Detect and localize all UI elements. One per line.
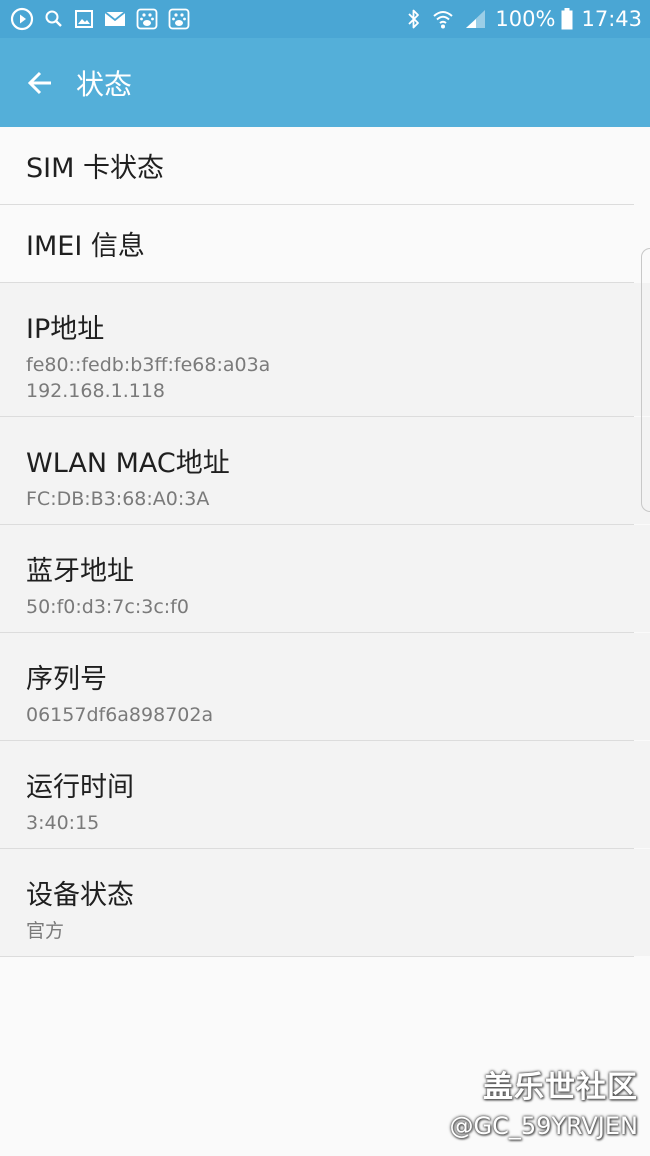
battery-percent: 100% — [495, 7, 556, 31]
battery-icon — [561, 8, 573, 30]
watermark: 盖乐世社区 @GC_59YRVJEN — [449, 1062, 638, 1140]
baidu-icon — [168, 8, 190, 30]
app-bar: 状态 — [0, 38, 650, 127]
item-label: 运行时间 — [26, 772, 134, 803]
edge-panel-handle[interactable] — [641, 248, 650, 512]
uptime-value: 3:40:15 — [26, 812, 100, 834]
imei-info-item[interactable]: IMEI 信息 — [0, 205, 634, 283]
watermark-community: 盖乐世社区 — [483, 1070, 638, 1105]
search-icon — [44, 9, 64, 29]
page-title: 状态 — [76, 67, 133, 101]
uptime-item: 运行时间 3:40:15 — [0, 741, 650, 849]
play-icon — [10, 7, 34, 31]
bluetooth-address-value: 50:f0:d3:7c:3c:f0 — [26, 596, 189, 618]
status-list: SIM 卡状态 IMEI 信息 IP地址 fe80::fedb:b3ff:fe6… — [0, 127, 650, 957]
clock: 17:43 — [581, 7, 642, 31]
bluetooth-address-item: 蓝牙地址 50:f0:d3:7c:3c:f0 — [0, 525, 650, 633]
item-label: IP地址 — [26, 314, 105, 345]
wlan-mac-item: WLAN MAC地址 FC:DB:B3:68:A0:3A — [0, 417, 650, 525]
item-label: 设备状态 — [26, 880, 134, 911]
baidu-icon — [136, 8, 158, 30]
sim-status-item[interactable]: SIM 卡状态 — [0, 127, 634, 205]
item-label: 蓝牙地址 — [26, 556, 134, 587]
ip-address-value-ipv4: 192.168.1.118 — [26, 380, 166, 402]
serial-number-item: 序列号 06157df6a898702a — [0, 633, 650, 741]
device-status-item: 设备状态 官方 — [0, 849, 650, 957]
bluetooth-icon — [407, 8, 421, 30]
signal-icon — [465, 9, 487, 29]
mail-icon — [104, 10, 126, 28]
wifi-icon — [431, 8, 455, 30]
image-icon — [74, 9, 94, 29]
system-icons: 100% 17:43 — [397, 7, 642, 31]
wlan-mac-value: FC:DB:B3:68:A0:3A — [26, 488, 210, 510]
item-label: IMEI 信息 — [26, 231, 145, 262]
item-label: 序列号 — [26, 664, 107, 695]
ip-address-value-ipv6: fe80::fedb:b3ff:fe68:a03a — [26, 354, 271, 376]
ip-address-item: IP地址 fe80::fedb:b3ff:fe68:a03a 192.168.1… — [0, 283, 650, 417]
back-button[interactable] — [20, 63, 60, 103]
arrow-back-icon — [26, 69, 54, 97]
watermark-user: @GC_59YRVJEN — [449, 1112, 638, 1140]
item-label: WLAN MAC地址 — [26, 448, 230, 479]
device-status-value: 官方 — [26, 920, 65, 942]
item-label: SIM 卡状态 — [26, 153, 164, 184]
status-bar: 100% 17:43 — [0, 0, 650, 38]
notification-icons — [10, 7, 200, 31]
serial-number-value: 06157df6a898702a — [26, 704, 214, 726]
